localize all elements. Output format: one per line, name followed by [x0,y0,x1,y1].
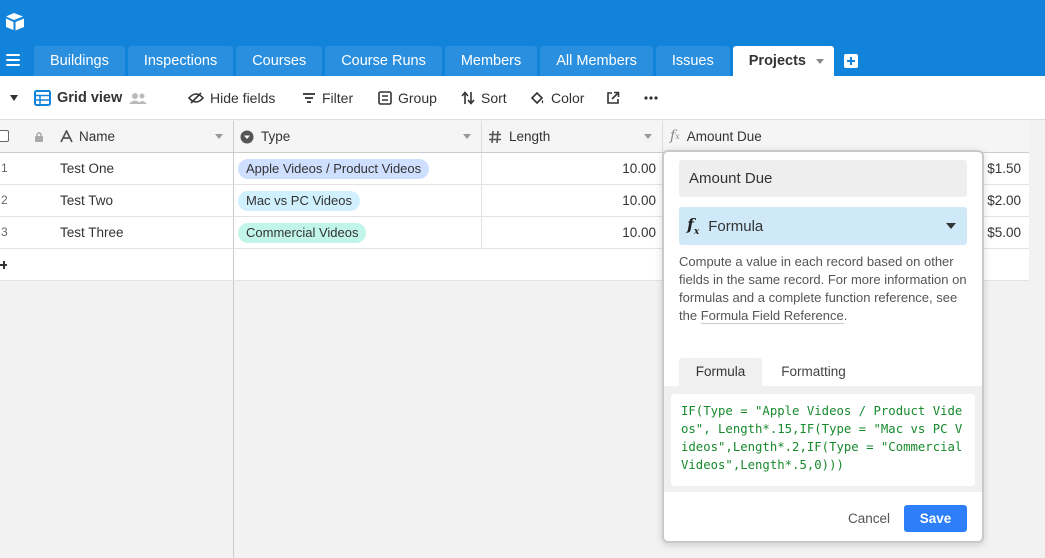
chevron-down-icon[interactable] [644,134,652,139]
hide-fields-label: Hide fields [210,90,276,106]
field-name-input[interactable] [679,160,967,197]
app-header: Buildings Inspections Courses Course Run… [0,0,1045,76]
tab-buildings[interactable]: Buildings [34,46,125,76]
group-label: Group [398,90,437,106]
name-column-label: Name [79,129,116,144]
sort-button[interactable]: Sort [461,76,507,120]
single-select-icon [240,130,254,144]
chevron-down-icon[interactable] [10,95,18,101]
tab-formula[interactable]: Formula [679,358,762,386]
tab-all-members[interactable]: All Members [540,46,653,76]
chevron-down-icon [946,223,956,229]
grid-view-icon [34,90,51,106]
plus-icon[interactable] [0,258,8,272]
row-number: 2 [1,193,8,207]
view-switcher[interactable]: Grid view [34,76,153,120]
cancel-button[interactable]: Cancel [834,506,904,532]
name-cell[interactable]: Test One [60,153,114,184]
formula-tabs: Formula Formatting [664,358,982,386]
name-column-header[interactable]: Name [0,121,234,152]
lock-icon [35,132,43,142]
length-cell[interactable]: 10.00 [482,185,656,216]
chevron-down-icon[interactable] [816,59,824,64]
sort-label: Sort [481,90,507,106]
column-divider [233,217,234,248]
row-number: 3 [1,225,8,239]
amount-due-column-label: Amount Due [686,129,762,144]
description-end: . [843,308,848,323]
filter-button[interactable]: Filter [302,76,353,120]
amount-due-column-header[interactable]: fx Amount Due [663,121,1029,152]
tab-members[interactable]: Members [444,46,538,76]
hamburger-menu-icon[interactable] [6,54,20,66]
field-config-popover: fx Formula Compute a value in each recor… [662,150,984,543]
type-pill: Commercial Videos [238,223,367,243]
number-field-icon [488,130,502,144]
name-cell[interactable]: Test Three [60,217,124,248]
type-cell[interactable]: Commercial Videos [238,217,367,248]
length-column-header[interactable]: Length [482,121,663,152]
tab-courses[interactable]: Courses [236,46,323,76]
table-tabs: Buildings Inspections Courses Course Run… [34,46,858,76]
color-label: Color [551,90,585,106]
tab-inspections[interactable]: Inspections [127,46,234,76]
filter-label: Filter [322,90,354,106]
column-divider [233,153,234,184]
group-icon [378,91,392,105]
tab-projects[interactable]: Projects [732,46,834,76]
chevron-down-icon[interactable] [215,134,223,139]
column-divider [233,249,234,280]
sort-icon [461,91,475,105]
field-type-select[interactable]: fx Formula [679,207,967,245]
tab-formatting[interactable]: Formatting [766,358,861,386]
grid-header-row: Name Type Length fx Amount Due [0,121,1029,153]
formula-field-icon: fx [670,128,680,144]
save-button[interactable]: Save [904,505,967,532]
length-column-label: Length [509,129,551,144]
tab-issues[interactable]: Issues [655,46,730,76]
length-cell[interactable]: 10.00 [482,217,656,248]
paint-bucket-icon [530,91,544,105]
hide-fields-button[interactable]: Hide fields [188,76,275,120]
formula-description: Compute a value in each record based on … [679,253,969,325]
share-view-button[interactable] [606,76,626,120]
type-pill: Apple Videos / Product Videos [238,159,430,179]
row-number: 1 [1,161,8,175]
tab-projects-label: Projects [748,53,806,69]
type-cell[interactable]: Mac vs PC Videos [238,185,360,216]
name-cell[interactable]: Test Two [60,185,113,216]
view-toolbar: Grid view Hide fields Filter Group Sort … [0,76,1045,120]
collaborators-icon [129,93,148,104]
select-all-checkbox[interactable] [0,130,9,142]
text-field-icon [60,121,73,152]
field-type-label: Formula [708,217,764,235]
ellipsis-icon [644,96,658,100]
type-pill: Mac vs PC Videos [238,191,360,211]
group-button[interactable]: Group [378,76,437,120]
share-icon [607,91,620,104]
more-options-button[interactable] [644,76,664,120]
airtable-logo-icon[interactable] [4,12,26,32]
view-name: Grid view [57,90,123,106]
color-button[interactable]: Color [530,76,584,120]
formula-editor-panel: IF(Type = "Apple Videos / Product Videos… [664,386,982,492]
filter-icon [303,93,315,103]
formula-editor[interactable]: IF(Type = "Apple Videos / Product Videos… [671,394,975,486]
type-column-header[interactable]: Type [234,121,482,152]
type-cell[interactable]: Apple Videos / Product Videos [238,153,430,184]
type-column-label: Type [261,129,291,144]
formula-reference-link[interactable]: Formula Field Reference [700,308,844,324]
column-divider [233,185,234,216]
formula-icon: fx [687,214,700,238]
eye-slash-icon [188,92,204,104]
length-cell[interactable]: 10.00 [482,153,656,184]
add-table-icon[interactable] [844,54,858,68]
chevron-down-icon[interactable] [463,134,471,139]
tab-course-runs[interactable]: Course Runs [325,46,442,76]
